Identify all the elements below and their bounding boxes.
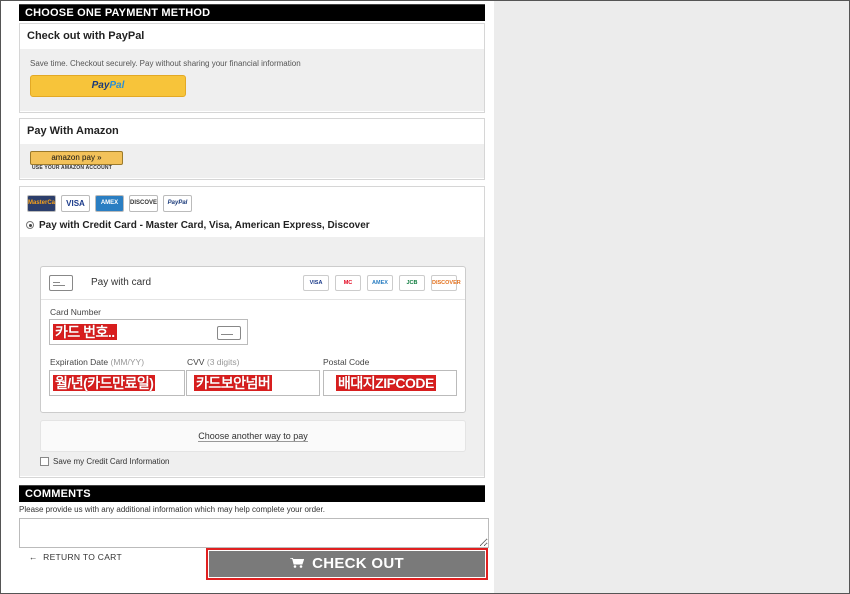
credit-card-section: MasterCard VISA AMEX DISCOVER PayPal Pay… [19, 186, 485, 478]
amazon-title: Pay With Amazon [27, 125, 119, 137]
comments-textarea[interactable] [19, 518, 489, 548]
amex-icon: AMEX [95, 195, 124, 212]
mastercard-brand-icon: MC [335, 275, 361, 291]
paypal-icon: PayPal [163, 195, 192, 212]
expiration-input[interactable]: 월/년(카드만료일) [49, 370, 185, 396]
choose-another-way-button[interactable]: Choose another way to pay [40, 420, 466, 452]
right-blank-pane [494, 1, 849, 593]
cvv-value: 카드보안넘버 [194, 375, 273, 391]
credit-card-radio[interactable]: Pay with Credit Card - Master Card, Visa… [26, 220, 370, 231]
checkout-button[interactable]: CHECK OUT [206, 548, 488, 580]
paypal-logo-text-pal: Pal [109, 80, 125, 91]
card-number-label: Card Number [50, 307, 102, 317]
postal-code-input[interactable]: 배대지ZIPCODE [323, 370, 457, 396]
cvv-input[interactable]: 카드보안넘버 [186, 370, 320, 396]
pay-with-card-panel: Pay with card VISA MC AMEX JCB DISCOVER … [40, 266, 466, 413]
card-number-input[interactable]: 카드 번호.. [49, 319, 248, 345]
discover-brand-icon: DISCOVER [431, 275, 461, 291]
cart-icon [290, 558, 305, 568]
paypal-button[interactable]: PayPal [30, 75, 186, 97]
return-to-cart-link[interactable]: ← RETURN TO CART [29, 552, 122, 562]
amazon-pay-subtext: USE YOUR AMAZON ACCOUNT [32, 165, 112, 171]
save-card-checkbox[interactable]: Save my Credit Card Information [40, 457, 170, 467]
brand-icons: VISA MC AMEX JCB DISCOVER [303, 275, 461, 291]
postal-code-label: Postal Code [323, 357, 370, 367]
postal-code-value: 배대지ZIPCODE [336, 375, 436, 391]
credit-card-body: Pay with card VISA MC AMEX JCB DISCOVER … [20, 237, 484, 476]
checkout-label: CHECK OUT [312, 555, 404, 572]
comments-section: COMMENTS [19, 485, 485, 502]
arrow-left-icon: ← [29, 552, 38, 562]
cvv-label: CVV (3 digits) [187, 357, 240, 367]
visa-brand-icon: VISA [303, 275, 329, 291]
discover-icon: DISCOVER [129, 195, 158, 212]
mastercard-icon: MasterCard [27, 195, 56, 212]
visa-icon: VISA [61, 195, 90, 212]
amex-brand-icon: AMEX [367, 275, 393, 291]
credit-card-icon [49, 275, 73, 291]
payment-method-header: CHOOSE ONE PAYMENT METHOD [19, 4, 485, 21]
comments-header: COMMENTS [19, 485, 485, 502]
expiration-value: 월/년(카드만료일) [53, 375, 156, 391]
jcb-brand-icon: JCB [399, 275, 425, 291]
checkout-column: CHOOSE ONE PAYMENT METHOD Check out with… [19, 4, 489, 580]
paypal-title: Check out with PayPal [27, 30, 145, 42]
paypal-logo-text-pay: Pay [91, 80, 110, 91]
amazon-pay-button[interactable]: amazon pay » [30, 151, 123, 165]
radio-selected-icon[interactable] [26, 221, 34, 230]
expiration-label: Expiration Date (MM/YY) [50, 357, 145, 367]
card-number-value: 카드 번호.. [53, 324, 117, 340]
pay-with-card-title: Pay with card [91, 277, 152, 288]
amazon-section: Pay With Amazon amazon pay » USE YOUR AM… [19, 118, 485, 180]
comments-note: Please provide us with any additional in… [19, 505, 325, 514]
accepted-cards-row: MasterCard VISA AMEX DISCOVER PayPal [27, 195, 192, 212]
paypal-note: Save time. Checkout securely. Pay withou… [30, 59, 301, 68]
save-card-label: Save my Credit Card Information [53, 457, 170, 466]
checkbox-icon[interactable] [40, 457, 49, 467]
paypal-section: Check out with PayPal Save time. Checkou… [19, 23, 485, 113]
card-number-card-icon [217, 326, 241, 340]
